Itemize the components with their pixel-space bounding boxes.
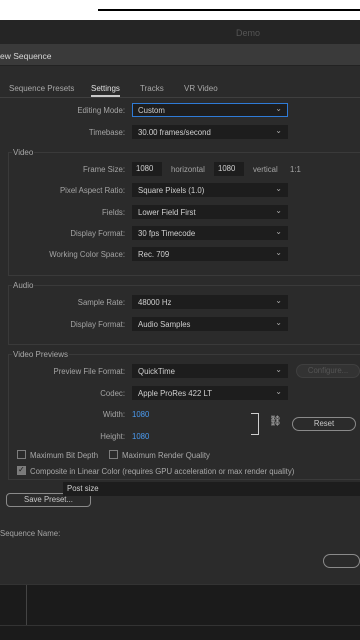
sample-rate-value: 48000 Hz xyxy=(138,298,172,307)
codec-value: Apple ProRes 422 LT xyxy=(138,389,212,398)
frame-size-label: Frame Size: xyxy=(82,165,125,174)
linear-color-checkbox[interactable] xyxy=(17,465,26,475)
dialog-title: ew Sequence xyxy=(0,51,52,61)
top-white-bar xyxy=(0,0,360,20)
sequence-name-input[interactable]: Post size xyxy=(63,482,360,496)
timebase-label: Timebase: xyxy=(88,128,125,137)
editing-mode-label: Editing Mode: xyxy=(77,106,125,115)
display-format-label: Display Format: xyxy=(70,229,125,238)
timeline-divider xyxy=(26,585,27,625)
new-sequence-dialog: ew Sequence Sequence Presets Settings Tr… xyxy=(0,44,360,584)
video-previews-group-label: Video Previews xyxy=(12,350,69,359)
top-strip xyxy=(98,9,360,11)
pixel-aspect-value: Square Pixels (1.0) xyxy=(138,186,205,195)
configure-button[interactable]: Configure... xyxy=(296,364,360,378)
vertical-label: vertical xyxy=(253,165,278,174)
preview-width-label: Width: xyxy=(102,410,125,419)
linear-color-label: Composite in Linear Color (requires GPU … xyxy=(30,467,295,476)
tab-settings[interactable]: Settings xyxy=(91,84,120,97)
fields-label: Fields: xyxy=(102,208,125,217)
preview-format-select[interactable]: QuickTime ⌄ xyxy=(132,364,288,378)
max-bit-depth-label: Maximum Bit Depth xyxy=(30,451,99,460)
color-space-label: Working Color Space: xyxy=(49,250,125,259)
chevron-down-icon: ⌄ xyxy=(275,126,282,135)
editing-mode-select[interactable]: Custom ⌄ xyxy=(132,103,288,117)
display-format-value: 30 fps Timecode xyxy=(138,229,196,238)
preview-width-value[interactable]: 1080 xyxy=(132,410,149,419)
chevron-down-icon: ⌄ xyxy=(275,365,282,374)
codec-select[interactable]: Apple ProRes 422 LT ⌄ xyxy=(132,386,288,400)
chevron-down-icon: ⌄ xyxy=(275,104,282,113)
editing-mode-value: Custom xyxy=(138,106,165,115)
pixel-aspect-select[interactable]: Square Pixels (1.0) ⌄ xyxy=(132,183,288,197)
link-bracket xyxy=(251,413,259,435)
color-space-select[interactable]: Rec. 709 ⌄ xyxy=(132,247,288,261)
chevron-down-icon: ⌄ xyxy=(275,318,282,327)
preview-format-label: Preview File Format: xyxy=(53,367,126,376)
timebase-select[interactable]: 30.00 frames/second ⌄ xyxy=(132,125,288,139)
tab-tracks[interactable]: Tracks xyxy=(140,84,164,93)
app-title: Demo xyxy=(236,28,261,38)
sequence-name-label: Sequence Name: xyxy=(0,529,61,538)
audio-group-label: Audio xyxy=(12,281,35,290)
app-titlebar: Demo xyxy=(0,20,360,44)
preview-height-value[interactable]: 1080 xyxy=(132,432,149,441)
aspect-ratio-label: 1:1 xyxy=(290,165,301,174)
audio-display-format-select[interactable]: Audio Samples ⌄ xyxy=(132,317,288,331)
frame-width-input[interactable]: 1080 xyxy=(132,162,162,176)
preview-height-label: Height: xyxy=(100,432,125,441)
chevron-down-icon: ⌄ xyxy=(275,206,282,215)
chevron-down-icon: ⌄ xyxy=(275,184,282,193)
preview-format-value: QuickTime xyxy=(138,367,175,376)
audio-group xyxy=(8,285,360,345)
timeline-area xyxy=(0,584,360,640)
tab-bar: Sequence Presets Settings Tracks VR Vide… xyxy=(0,80,360,98)
video-group-label: Video xyxy=(12,148,35,157)
horizontal-label: horizontal xyxy=(171,165,205,174)
fields-select[interactable]: Lower Field First ⌄ xyxy=(132,205,288,219)
chevron-down-icon: ⌄ xyxy=(275,248,282,257)
audio-display-format-label: Display Format: xyxy=(70,320,125,329)
sample-rate-select[interactable]: 48000 Hz ⌄ xyxy=(132,295,288,309)
max-render-quality-checkbox[interactable] xyxy=(109,450,118,459)
max-bit-depth-checkbox[interactable] xyxy=(17,450,26,459)
chevron-down-icon: ⌄ xyxy=(275,387,282,396)
audio-display-format-value: Audio Samples xyxy=(138,320,191,329)
link-icon[interactable]: ⛓ xyxy=(269,416,282,427)
chevron-down-icon: ⌄ xyxy=(275,227,282,236)
tab-sequence-presets[interactable]: Sequence Presets xyxy=(9,84,74,93)
max-render-quality-label: Maximum Render Quality xyxy=(122,451,210,460)
timeline-rule xyxy=(0,625,360,626)
tab-vr-video[interactable]: VR Video xyxy=(184,84,218,93)
pixel-aspect-label: Pixel Aspect Ratio: xyxy=(59,186,125,195)
ok-button[interactable] xyxy=(323,554,360,568)
display-format-select[interactable]: 30 fps Timecode ⌄ xyxy=(132,226,288,240)
sample-rate-label: Sample Rate: xyxy=(77,298,125,307)
frame-height-input[interactable]: 1080 xyxy=(214,162,244,176)
reset-button[interactable]: Reset xyxy=(292,417,356,431)
timebase-value: 30.00 frames/second xyxy=(138,128,211,137)
fields-value: Lower Field First xyxy=(138,208,196,217)
chevron-down-icon: ⌄ xyxy=(275,296,282,305)
dialog-titlebar: ew Sequence xyxy=(0,44,360,66)
color-space-value: Rec. 709 xyxy=(138,250,170,259)
codec-label: Codec: xyxy=(100,389,125,398)
